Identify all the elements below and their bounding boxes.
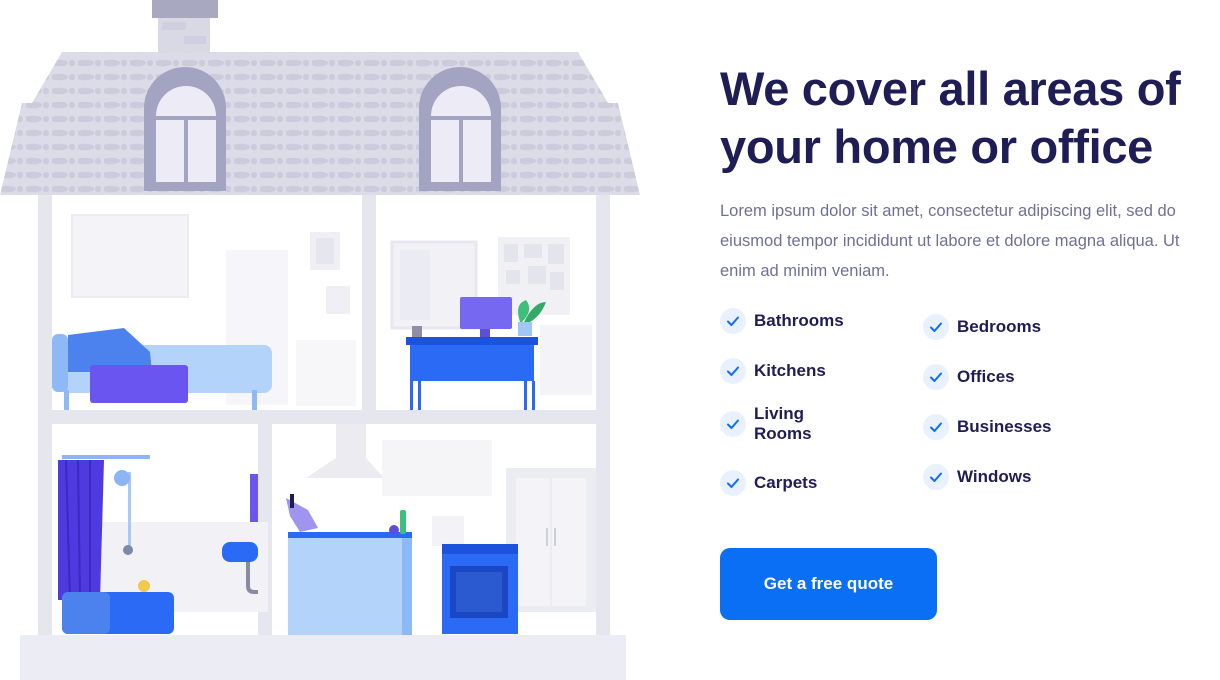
check-icon (720, 470, 746, 496)
area-label: Kitchens (754, 361, 826, 380)
area-label: Bathrooms (754, 311, 844, 330)
foundation (20, 635, 626, 680)
bedroom (52, 214, 356, 410)
check-icon (923, 464, 949, 490)
chimney (152, 0, 218, 54)
area-item-offices: Offices (923, 364, 1015, 390)
area-label: Windows (957, 467, 1032, 486)
content-panel: We cover all areas of your home or offic… (720, 60, 1210, 620)
get-free-quote-button[interactable]: Get a free quote (720, 548, 937, 620)
area-label: Living Rooms (754, 404, 812, 443)
check-icon (923, 314, 949, 340)
area-item-carpets: Carpets (720, 470, 817, 496)
section-description: Lorem ipsum dolor sit amet, consectetur … (720, 202, 1180, 280)
kitchen (286, 424, 596, 635)
office (390, 237, 592, 410)
house-illustration (0, 0, 640, 680)
check-icon (720, 308, 746, 334)
bathroom (58, 455, 268, 634)
service-areas-list: Bathrooms Kitchens Living Rooms Carpets … (720, 308, 1210, 508)
area-item-bathrooms: Bathrooms (720, 308, 844, 334)
dormer-window-right (419, 67, 501, 191)
area-label: Bedrooms (957, 317, 1042, 336)
area-item-living-rooms: Living Rooms (720, 404, 812, 444)
area-item-businesses: Businesses (923, 414, 1052, 440)
area-label: Businesses (957, 417, 1052, 436)
check-icon (923, 364, 949, 390)
dormer-window-left (144, 67, 226, 191)
area-item-bedrooms: Bedrooms (923, 314, 1041, 340)
area-label: Offices (957, 367, 1015, 386)
area-item-windows: Windows (923, 464, 1031, 490)
check-icon (720, 358, 746, 384)
check-icon (720, 411, 746, 437)
area-item-kitchens: Kitchens (720, 358, 826, 384)
section-title: We cover all areas of your home or offic… (720, 62, 1181, 173)
roof (0, 52, 640, 195)
check-icon (923, 414, 949, 440)
area-label: Carpets (754, 473, 818, 492)
